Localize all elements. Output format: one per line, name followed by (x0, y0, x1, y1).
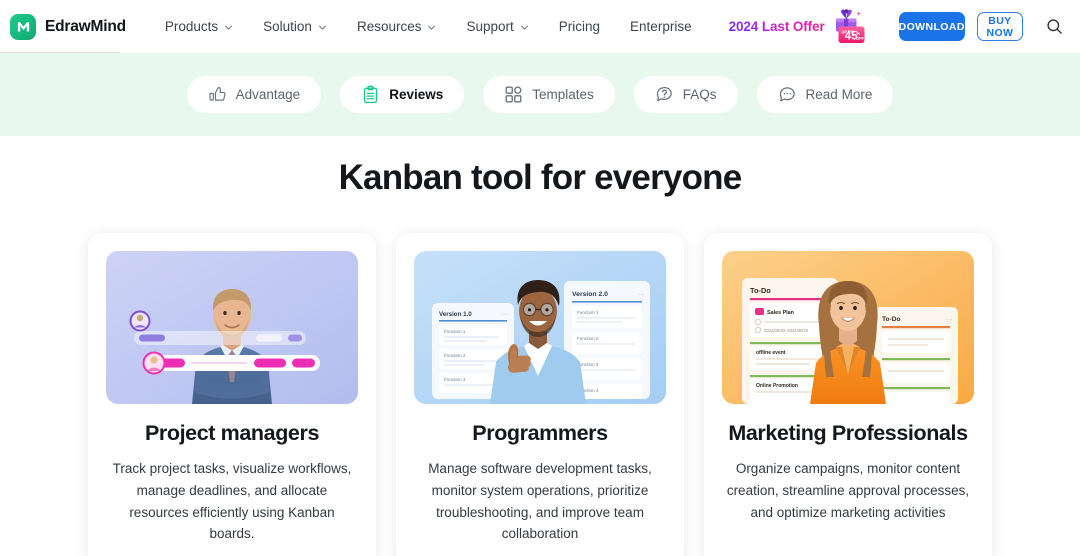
chevron-down-icon (428, 25, 436, 30)
promo-label: 2024 Last Offer (728, 19, 825, 34)
brand-logo-link[interactable]: EdrawMind (10, 13, 126, 40)
nav-item-products[interactable]: Products (150, 1, 248, 53)
nav-item-enterprise[interactable]: Enterprise (615, 1, 707, 53)
brand-name: EdrawMind (45, 17, 126, 35)
buy-now-button[interactable]: BUY NOW (976, 12, 1023, 41)
nav-item-solution[interactable]: Solution (248, 1, 342, 53)
svg-text:Function 3: Function 3 (444, 377, 466, 382)
svg-text:Function 2: Function 2 (577, 336, 599, 341)
chevron-down-icon (225, 25, 233, 30)
svg-text:Version 2.0: Version 2.0 (572, 291, 608, 298)
nav-item-pricing[interactable]: Pricing (544, 1, 615, 53)
nav-label: Pricing (558, 18, 601, 34)
svg-text:offline event: offline event (756, 350, 786, 356)
svg-text:···: ··· (502, 311, 508, 318)
programmers-illustration: Version 1.0 ··· Function 1 Function 2 Fu… (414, 251, 666, 404)
chevron-down-icon (318, 25, 326, 30)
tab-label: Advantage (235, 87, 301, 102)
marketing-professionals-illustration: To-Do ··· Sales Plan 2024/08/30–2024/09/… (722, 251, 974, 404)
nav-label: Products (164, 18, 219, 34)
svg-text:2024/08/30–2024/09/10: 2024/08/30–2024/09/10 (764, 328, 809, 333)
card-description: Track project tasks, visualize workflows… (112, 460, 352, 542)
page-title: Kanban tool for everyone (338, 158, 743, 197)
svg-text:To-Do: To-Do (882, 316, 901, 323)
svg-text:Function 2: Function 2 (444, 353, 466, 358)
svg-text:OFF: OFF (855, 35, 864, 40)
nav-label: Resources (356, 18, 422, 34)
persona-card-programmers[interactable]: Version 1.0 ··· Function 1 Function 2 Fu… (396, 233, 684, 556)
svg-text:···: ··· (946, 316, 952, 323)
svg-text:Function 1: Function 1 (577, 310, 599, 315)
svg-text:···: ··· (638, 291, 645, 298)
main-nav: Products Solution Resources Support Pric… (150, 1, 707, 53)
tab-label: Templates (532, 87, 594, 102)
tab-advantage[interactable]: Advantage (186, 76, 322, 113)
svg-text:To-Do: To-Do (750, 286, 771, 295)
edrawmind-logo-icon (10, 13, 36, 40)
svg-text:Online Promotion: Online Promotion (756, 383, 798, 389)
tab-label: FAQs (682, 87, 717, 102)
grid-icon (505, 86, 522, 103)
tab-read-more[interactable]: Read More (756, 76, 894, 113)
persona-card-project-managers[interactable]: Project managers Track project tasks, vi… (88, 233, 376, 556)
persona-card-list: Project managers Track project tasks, vi… (0, 233, 1080, 556)
card-description: Manage software development tasks, monit… (428, 460, 652, 542)
section-tab-bar: Advantage Reviews Templates FAQs Read Mo… (0, 53, 1080, 136)
dots-bubble-icon (779, 87, 795, 102)
svg-text:Sales Plan: Sales Plan (767, 310, 794, 316)
card-title: Programmers (472, 421, 608, 445)
search-icon[interactable] (1045, 14, 1064, 40)
card-title: Marketing Professionals (728, 421, 968, 445)
nav-label: Support (466, 18, 514, 34)
nav-label: Enterprise (630, 18, 692, 34)
gift-box-icon: UP TO 45 % OFF (827, 6, 869, 48)
site-header: EdrawMind Products Solution Resources Su… (0, 0, 1080, 53)
svg-text:Version 1.0: Version 1.0 (439, 311, 472, 318)
download-button[interactable]: DOWNLOAD (898, 12, 965, 41)
card-description: Organize campaigns, monitor content crea… (726, 460, 970, 520)
tab-faqs[interactable]: FAQs (633, 76, 738, 113)
project-managers-illustration (106, 251, 358, 404)
tab-label: Reviews (389, 87, 444, 102)
nav-label: Solution (263, 18, 312, 34)
question-bubble-icon (656, 86, 672, 102)
thumbs-up-icon (209, 87, 226, 101)
tab-reviews[interactable]: Reviews (340, 76, 465, 113)
persona-card-marketing-professionals[interactable]: To-Do ··· Sales Plan 2024/08/30–2024/09/… (704, 233, 992, 556)
promo-offer-link[interactable]: 2024 Last Offer UP TO 45 % OFF (729, 6, 869, 48)
tab-templates[interactable]: Templates (483, 76, 615, 113)
clipboard-icon (364, 85, 378, 104)
tab-label: Read More (805, 87, 873, 102)
svg-text:Function 1: Function 1 (444, 329, 466, 334)
chevron-down-icon (520, 25, 528, 30)
card-title: Project managers (144, 421, 320, 445)
nav-item-support[interactable]: Support (451, 1, 543, 53)
nav-item-resources[interactable]: Resources (342, 1, 452, 53)
